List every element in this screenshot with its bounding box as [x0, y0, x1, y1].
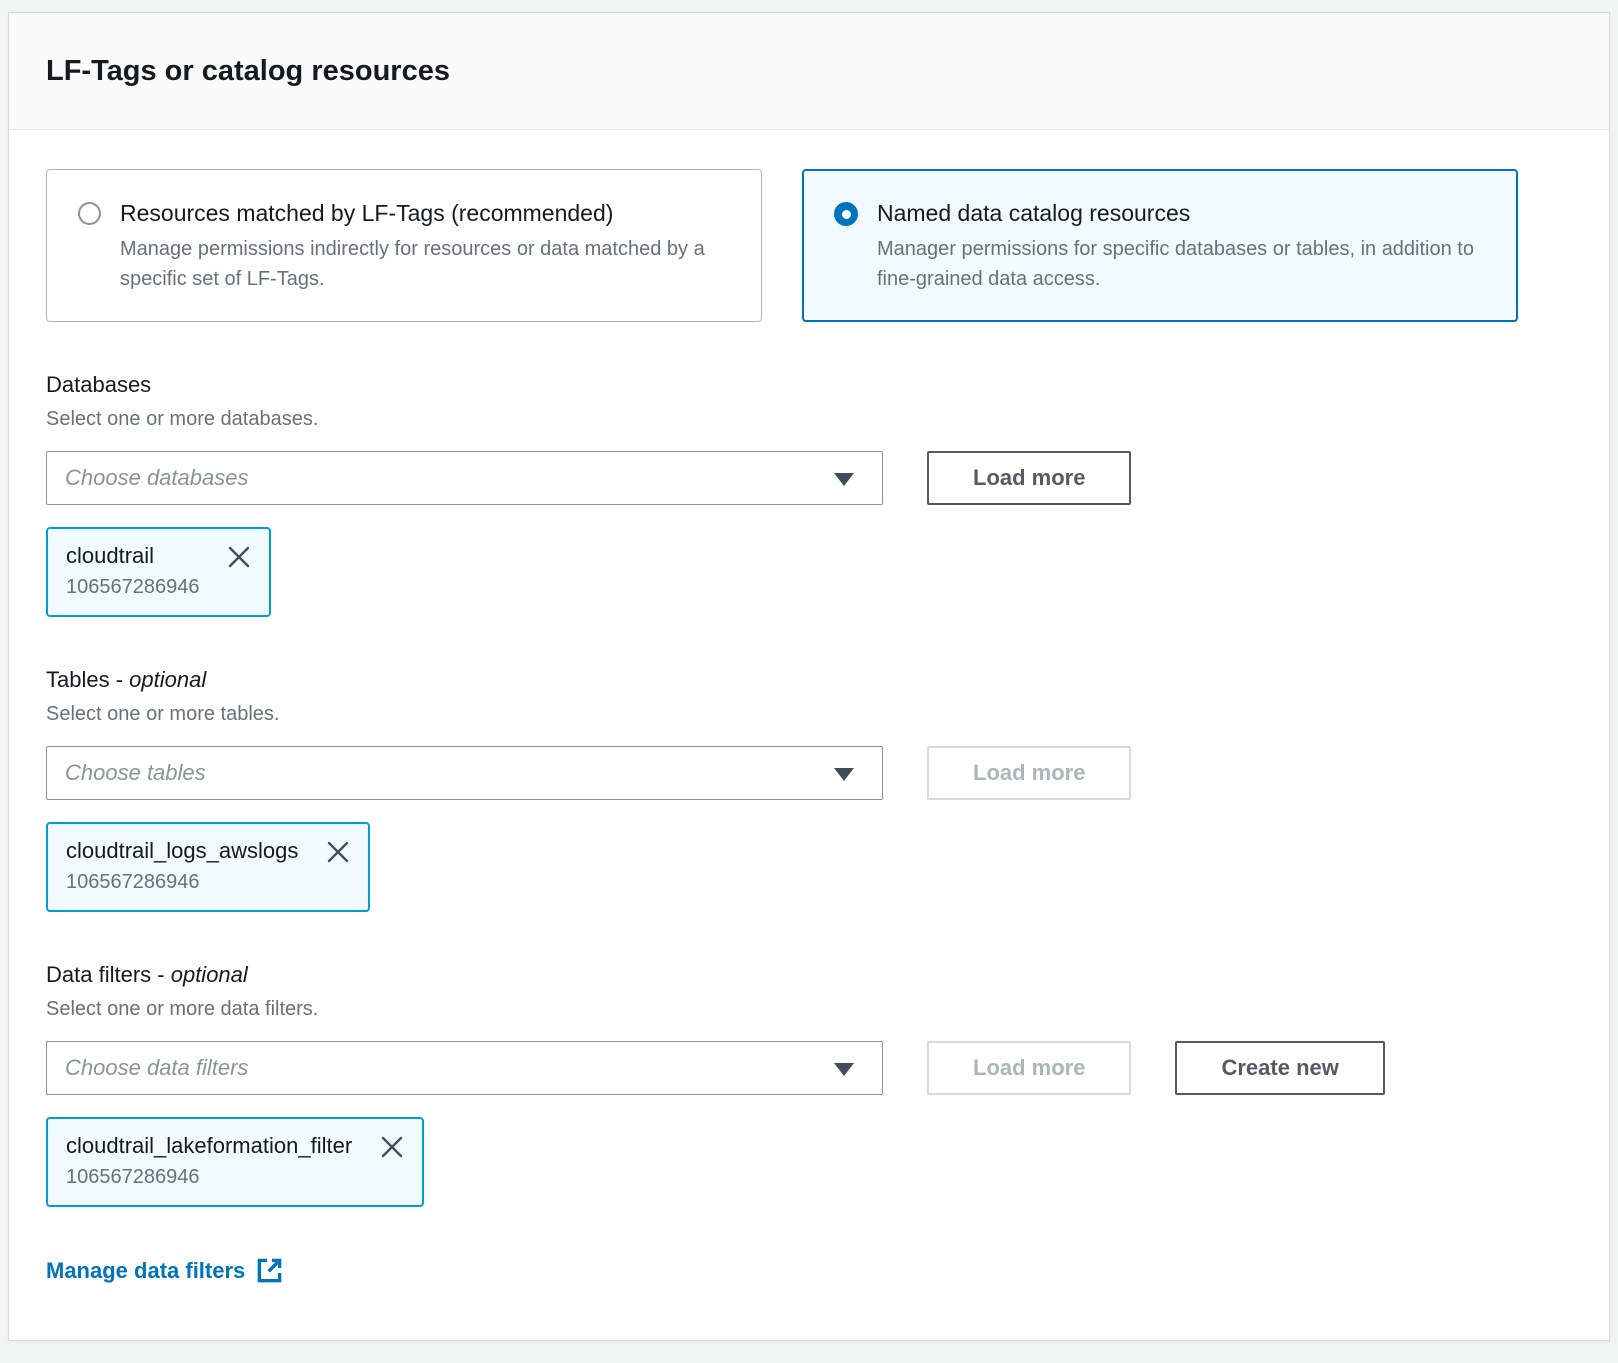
database-token-cloudtrail: cloudtrail 106567286946: [46, 527, 271, 617]
remove-token-icon[interactable]: [380, 1135, 404, 1159]
create-new-data-filter-button[interactable]: Create new: [1175, 1041, 1384, 1095]
section-description: Select one or more tables.: [46, 700, 1572, 728]
section-description: Select one or more databases.: [46, 405, 1572, 433]
section-heading-separator: -: [110, 667, 130, 692]
tile-description: Manager permissions for specific databas…: [877, 234, 1477, 294]
section-heading-text: Databases: [46, 372, 151, 397]
lf-tags-panel: LF-Tags or catalog resources Resources m…: [8, 12, 1610, 1341]
section-heading: Tables - optional: [46, 665, 1572, 695]
databases-select[interactable]: [46, 451, 883, 505]
section-heading-text: Data filters: [46, 962, 151, 987]
data-filter-token-cloudtrail-lakeformation-filter: cloudtrail_lakeformation_filter 10656728…: [46, 1117, 424, 1207]
section-databases: Databases Select one or more databases. …: [46, 370, 1572, 617]
token-text: cloudtrail_logs_awslogs 106567286946: [66, 836, 298, 896]
token-catalog-id: 106567286946: [66, 1163, 352, 1191]
external-link-icon: [256, 1257, 283, 1284]
caret-down-icon: [834, 1063, 854, 1076]
method-tile-group: Resources matched by LF-Tags (recommende…: [46, 169, 1572, 322]
tables-select-input[interactable]: [47, 747, 882, 799]
manage-data-filters-link[interactable]: Manage data filters: [46, 1257, 283, 1284]
table-token-cloudtrail-logs-awslogs: cloudtrail_logs_awslogs 106567286946: [46, 822, 370, 912]
section-heading: Data filters - optional: [46, 960, 1572, 990]
caret-down-icon: [834, 768, 854, 781]
data-filters-load-more-button[interactable]: Load more: [927, 1041, 1131, 1095]
panel-header: LF-Tags or catalog resources: [9, 13, 1609, 130]
section-heading-text: Tables: [46, 667, 110, 692]
remove-token-icon[interactable]: [326, 840, 350, 864]
tile-label: Named data catalog resources: [877, 197, 1477, 230]
section-controls: Load more: [46, 746, 1572, 800]
tables-select[interactable]: [46, 746, 883, 800]
token-name: cloudtrail: [66, 541, 199, 571]
radio-unselected-icon[interactable]: [78, 202, 101, 225]
tile-text: Named data catalog resources Manager per…: [877, 197, 1477, 294]
tile-resources-matched-by-lf-tags[interactable]: Resources matched by LF-Tags (recommende…: [46, 169, 762, 322]
panel-body: Resources matched by LF-Tags (recommende…: [9, 130, 1609, 1340]
tile-named-data-catalog-resources[interactable]: Named data catalog resources Manager per…: [802, 169, 1518, 322]
token-text: cloudtrail_lakeformation_filter 10656728…: [66, 1131, 352, 1191]
tables-load-more-button[interactable]: Load more: [927, 746, 1131, 800]
panel-title: LF-Tags or catalog resources: [46, 49, 1572, 93]
section-heading-separator: -: [151, 962, 171, 987]
radio-selected-icon[interactable]: [834, 202, 858, 226]
tile-description: Manage permissions indirectly for resour…: [120, 234, 720, 294]
section-heading-optional: optional: [171, 962, 248, 987]
section-description: Select one or more data filters.: [46, 995, 1572, 1023]
token-catalog-id: 106567286946: [66, 573, 199, 601]
token-name: cloudtrail_logs_awslogs: [66, 836, 298, 866]
caret-down-icon: [834, 473, 854, 486]
section-controls: Load more Create new: [46, 1041, 1572, 1095]
databases-load-more-button[interactable]: Load more: [927, 451, 1131, 505]
section-controls: Load more: [46, 451, 1572, 505]
section-heading-optional: optional: [129, 667, 206, 692]
databases-select-input[interactable]: [47, 452, 882, 504]
token-text: cloudtrail 106567286946: [66, 541, 199, 601]
data-filters-select-input[interactable]: [47, 1042, 882, 1094]
token-catalog-id: 106567286946: [66, 868, 298, 896]
data-filters-select[interactable]: [46, 1041, 883, 1095]
section-data-filters: Data filters - optional Select one or mo…: [46, 960, 1572, 1207]
tile-text: Resources matched by LF-Tags (recommende…: [120, 197, 720, 294]
token-name: cloudtrail_lakeformation_filter: [66, 1131, 352, 1161]
section-heading: Databases: [46, 370, 1572, 400]
remove-token-icon[interactable]: [227, 545, 251, 569]
section-tables: Tables - optional Select one or more tab…: [46, 665, 1572, 912]
manage-data-filters-link-label: Manage data filters: [46, 1258, 245, 1284]
tile-label: Resources matched by LF-Tags (recommende…: [120, 197, 720, 230]
